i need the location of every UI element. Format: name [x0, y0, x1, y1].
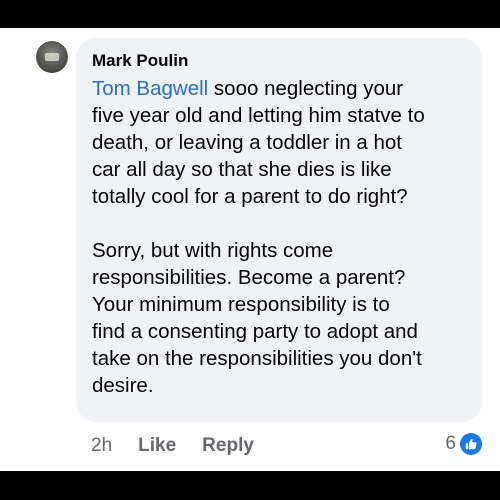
avatar-image-detail: [45, 53, 59, 61]
comment-text-paragraph-2: Sorry, but with rights come responsibili…: [92, 239, 422, 397]
like-button[interactable]: Like: [138, 435, 176, 457]
comment-bubble: Mark Poulin Tom Bagwell sooo neglecting …: [76, 38, 482, 422]
reaction-count: 6: [445, 433, 456, 454]
comment-body: Tom Bagwell sooo neglecting your five ye…: [92, 75, 468, 399]
comment-actions: 2h Like Reply: [91, 435, 280, 457]
comment-author[interactable]: Mark Poulin: [92, 50, 468, 72]
comment-card: Mark Poulin Tom Bagwell sooo neglecting …: [0, 28, 500, 471]
comment-timestamp[interactable]: 2h: [91, 435, 112, 457]
reaction-summary[interactable]: 6: [445, 433, 482, 455]
mention-link[interactable]: Tom Bagwell: [92, 77, 208, 100]
reply-button[interactable]: Reply: [202, 435, 254, 457]
avatar[interactable]: [36, 41, 68, 73]
thumbs-up-icon: [460, 433, 482, 455]
